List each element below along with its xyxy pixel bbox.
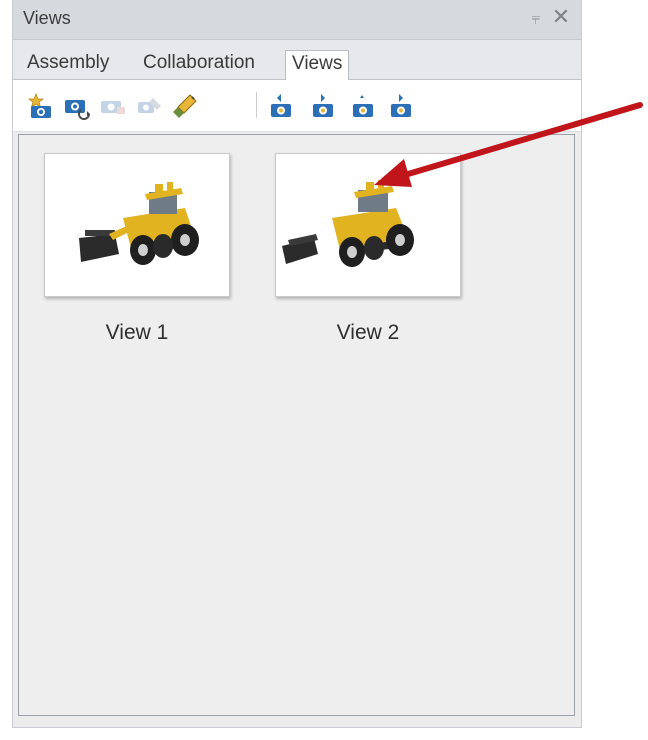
view-label: View 1 — [105, 321, 169, 344]
tab-assembly[interactable]: Assembly — [21, 50, 115, 80]
loader-vehicle-image — [79, 182, 199, 265]
tab-strip: Assembly Collaboration Views — [13, 40, 581, 81]
tab-collaboration[interactable]: Collaboration — [137, 50, 261, 80]
tab-views[interactable]: Views — [285, 50, 350, 81]
panel-titlebar[interactable]: Views ⫧ ✕ — [13, 0, 581, 40]
clean-views-icon[interactable] — [171, 92, 199, 120]
close-icon[interactable]: ✕ — [551, 7, 571, 29]
new-view-icon[interactable] — [27, 92, 55, 120]
view-item-1[interactable]: View 1 — [44, 153, 234, 353]
delete-view-icon[interactable] — [99, 92, 127, 120]
toolbar-separator — [256, 92, 257, 118]
view-properties-icon[interactable] — [135, 92, 163, 120]
move-view-previous-icon[interactable] — [309, 92, 337, 120]
view-thumbnail[interactable] — [44, 153, 230, 297]
panel-title: Views — [23, 8, 71, 28]
move-view-first-icon[interactable] — [267, 92, 295, 120]
update-view-icon[interactable] — [63, 92, 91, 120]
view-label: View 2 — [336, 321, 400, 344]
annotation-arrow — [374, 102, 643, 187]
views-list: View 1 View 2 — [18, 134, 575, 716]
pin-icon[interactable]: ⫧ — [529, 10, 543, 28]
